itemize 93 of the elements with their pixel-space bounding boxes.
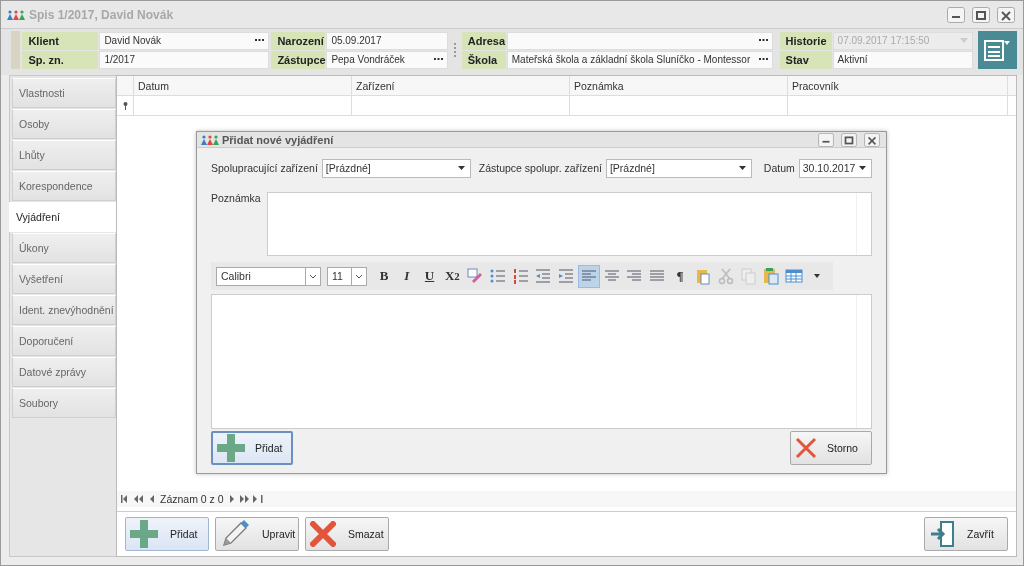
form-icon: [983, 38, 1012, 62]
sidebar-tab[interactable]: Korespondence: [12, 171, 116, 201]
dropdown-arrow-icon: [457, 166, 465, 170]
cancel-button[interactable]: Storno: [790, 431, 872, 465]
copy-icon: [739, 267, 758, 285]
logo-icon: [201, 134, 219, 145]
maximize-icon[interactable]: [970, 6, 992, 23]
text-field[interactable]: [506, 31, 773, 50]
field-label: Sp. zn.: [22, 50, 99, 69]
dialog-title: Přidat nové vyjádření: [222, 133, 335, 146]
note-field[interactable]: [266, 192, 872, 256]
edit-button[interactable]: Upravit: [215, 517, 299, 551]
layout-menu-button[interactable]: [977, 31, 1017, 69]
sidebar-tab[interactable]: Datové zprávy: [12, 357, 116, 387]
column-header[interactable]: Datum: [134, 76, 352, 95]
close-icon[interactable]: [862, 132, 882, 147]
field-label: Klient: [22, 31, 99, 50]
sidebar-tab[interactable]: Vyšetření: [12, 264, 116, 294]
numbered-list-icon: [511, 267, 530, 285]
sidebar-tab[interactable]: Soubory: [12, 388, 116, 418]
sidebar-tab[interactable]: Osoby: [12, 109, 116, 139]
logo-icon: [7, 9, 25, 20]
indent-icon: [557, 267, 576, 285]
field-label: Spolupracující zařízení: [211, 162, 318, 174]
sidebar-tab[interactable]: Lhůty: [12, 140, 116, 170]
column-header[interactable]: Pracovník: [788, 76, 1008, 95]
dropdown-arrow-icon: [813, 274, 820, 278]
sidebar-tab[interactable]: Vyjádření: [9, 202, 117, 232]
sidebar-tab[interactable]: Doporučení: [12, 326, 116, 356]
field-label: Poznámka: [211, 192, 261, 206]
size-dropdown[interactable]: 11: [327, 266, 367, 286]
toolbar-button[interactable]: [577, 264, 601, 288]
ellipsis-button[interactable]: [434, 58, 444, 61]
sidebar-tab[interactable]: Úkony: [12, 233, 116, 263]
text-field[interactable]: Pepa Vondráček: [326, 50, 449, 69]
clipboard-icon: [762, 267, 781, 285]
pencil-icon: [220, 519, 250, 549]
header-grip-bar[interactable]: [11, 31, 21, 69]
column-header[interactable]: Zařízení: [352, 76, 570, 95]
dropdown-field[interactable]: 30.10.2017: [798, 158, 872, 178]
record-counter: Záznam 0 z 0: [160, 493, 224, 505]
dropdown-arrow-icon: [859, 166, 866, 170]
text-field[interactable]: Mateřská škola a základní škola Sluníčko - Montessor: [506, 50, 773, 69]
format-button[interactable]: I: [395, 264, 419, 288]
close-button[interactable]: Zavřít: [924, 517, 1008, 551]
text-field[interactable]: 05.09.2017: [326, 31, 449, 50]
dropdown-field[interactable]: [Prázdné]: [605, 158, 752, 178]
dropdown-arrow-icon: [739, 166, 746, 170]
bulleted-list-icon: [488, 267, 507, 285]
add-button[interactable]: Přidat: [125, 517, 209, 551]
field-label: Narození: [271, 31, 326, 50]
plus-icon: [217, 434, 245, 462]
format-button[interactable]: ¶: [668, 264, 692, 288]
spellcheck-icon: [466, 267, 485, 285]
cross-icon: [795, 437, 817, 459]
outdent-icon: [534, 267, 553, 285]
field-label: Adresa: [461, 31, 506, 50]
format-button[interactable]: U: [418, 264, 441, 288]
column-header[interactable]: Poznámka: [570, 76, 788, 95]
last-page-icon[interactable]: [252, 495, 263, 503]
cross-icon: [310, 521, 336, 547]
delete-button[interactable]: Smazat: [305, 517, 389, 551]
field-label: Zástupce: [271, 50, 326, 69]
text-field[interactable]: Aktivní: [832, 50, 973, 69]
sidebar-tab[interactable]: Ident. znevýhodnění: [12, 295, 116, 325]
field-label: Historie: [779, 31, 832, 50]
field-label: Zástupce spolupr. zařízení: [478, 162, 602, 174]
next-page-icon[interactable]: [239, 495, 250, 503]
field-label: Škola: [461, 50, 506, 69]
text-field[interactable]: David Novák: [99, 31, 270, 50]
window-title: Spis 1/2017, David Novák: [29, 7, 175, 22]
minimize-icon[interactable]: [945, 6, 967, 23]
ellipsis-button[interactable]: [758, 58, 768, 61]
grip-icon[interactable]: [453, 43, 457, 57]
text-field[interactable]: 1/2017: [99, 50, 270, 69]
plus-icon: [130, 520, 158, 548]
filter-pin-icon: [122, 101, 128, 110]
scissors-icon: [716, 267, 735, 285]
ellipsis-button[interactable]: [255, 39, 265, 42]
format-button[interactable]: B: [372, 264, 396, 288]
sidebar-tab[interactable]: Vlastnosti: [12, 78, 116, 108]
ellipsis-button[interactable]: [758, 39, 768, 42]
table-icon: [784, 267, 803, 285]
close-icon[interactable]: [995, 6, 1017, 23]
exit-door-icon: [929, 520, 955, 548]
add-button[interactable]: Přidat: [211, 431, 293, 465]
field-label: Datum: [763, 162, 795, 174]
maximize-icon[interactable]: [839, 132, 859, 147]
dropdown-field[interactable]: [Prázdné]: [321, 158, 471, 178]
previous-page-icon[interactable]: [134, 495, 144, 503]
font-dropdown[interactable]: Calibri: [216, 266, 321, 286]
field-label: Stav: [779, 50, 832, 69]
minimize-icon[interactable]: [816, 132, 836, 147]
